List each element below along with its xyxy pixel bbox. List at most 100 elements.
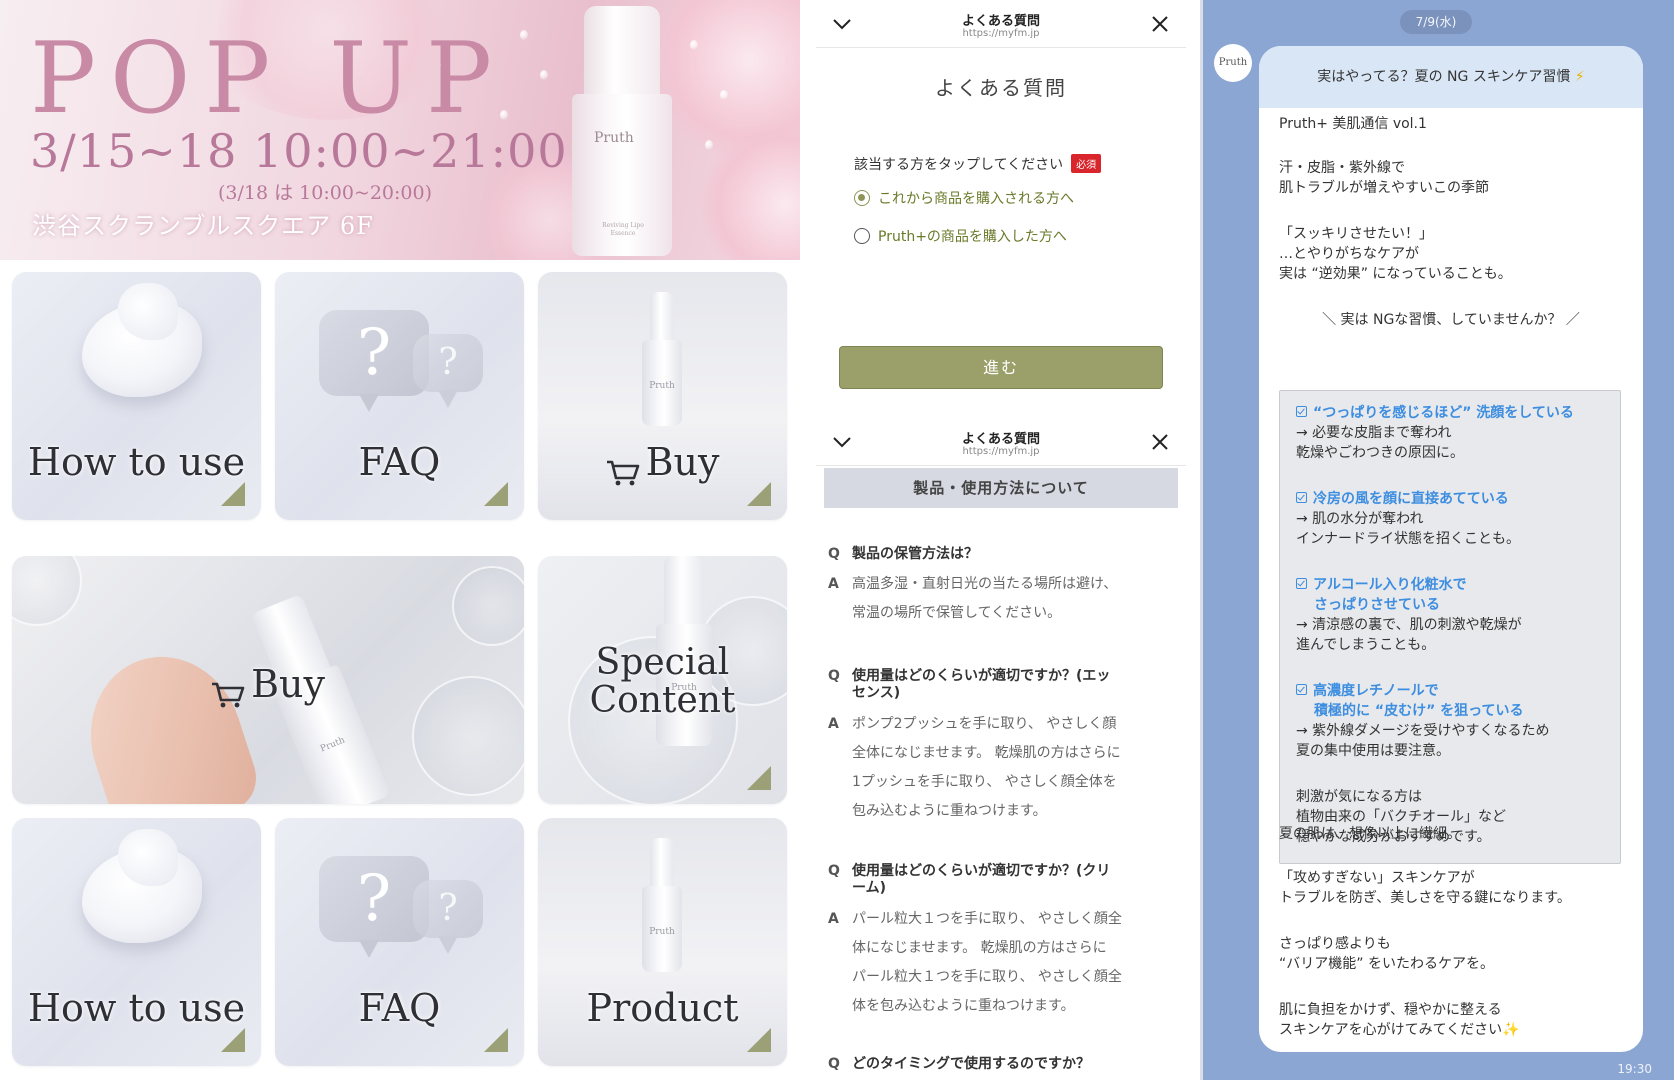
required-badge: 必須	[1071, 154, 1102, 173]
question-bubble-icon: ?	[413, 334, 483, 408]
close-icon[interactable]	[1148, 430, 1172, 454]
cream-image	[82, 283, 202, 397]
faq-question[interactable]: Q どのタイミングで使用するのですか？	[828, 1056, 1158, 1073]
glass-decoration	[452, 566, 524, 646]
avatar[interactable]: Pruth	[1214, 44, 1252, 82]
radio-label: これから商品を購入される方へ	[878, 191, 1074, 207]
message-bubble[interactable]: 実はやってる？夏の NG スキンケア習慣 ⚡ Pruth+ 美肌通信 vol.1…	[1259, 46, 1643, 1052]
tile-buy-large[interactable]: Pruth Buy	[12, 556, 524, 804]
banner-bottle-image: Pruth Reviving Lipo Essence	[572, 6, 672, 256]
ng-item-heading: “つっぱりを感じるほど” 洗顔をしている	[1296, 403, 1574, 423]
corner-triangle-icon	[747, 482, 771, 506]
corner-triangle-icon	[484, 482, 508, 506]
message-line: スキンケアを心がけてみてください✨	[1279, 1022, 1520, 1038]
a-marker: A	[828, 911, 839, 927]
faq-liff-panel: よくある質問 https://myfm.jp よくある質問 該当する方をタップし…	[800, 0, 1200, 1080]
popup-banner[interactable]: Pruth Reviving Lipo Essence POP UP 3/15~…	[0, 0, 800, 260]
faq-question[interactable]: Q 製品の保管方法は？	[828, 546, 1158, 563]
checkbox-icon	[1296, 406, 1307, 417]
close-icon[interactable]	[1148, 12, 1172, 36]
tile-special-content[interactable]: Pruth Special Content	[538, 556, 787, 804]
message-line: 汗・皮脂・紫外線で	[1279, 160, 1405, 176]
message-line: “バリア機能” をいたわるケアを。	[1279, 956, 1494, 972]
answer-line: パール粒大１つを手に取り、 やさしく顔全	[852, 911, 1122, 927]
answer-line: 全体になじませます。 乾燥肌の方はさらに	[852, 745, 1121, 761]
message-line: さっぱり感よりも	[1279, 936, 1391, 952]
question-bubble-icon: ?	[413, 880, 483, 954]
tile-product[interactable]: Pruth Product	[538, 818, 787, 1066]
corner-triangle-icon	[747, 1028, 771, 1052]
ng-item-text: 進んでしまうことも。	[1296, 637, 1436, 653]
ng-item-heading: さっぱりさせている	[1314, 597, 1440, 613]
question-text: どのタイミングで使用するのですか？	[852, 1056, 1090, 1072]
message-line: トラブルを防ぎ、美しさを守る鍵になります。	[1279, 890, 1571, 906]
answer-line: ポンプ2プッシュを手に取り、 やさしく顔	[852, 716, 1117, 732]
faq-answer: A パール粒大１つを手に取り、 やさしく顔全 体になじませます。 乾燥肌の方はさ…	[828, 905, 1158, 1021]
water-drop	[690, 40, 698, 50]
message-timestamp: 19:30	[1617, 1062, 1652, 1076]
answer-line: 体になじませます。 乾燥肌の方はさらに	[852, 940, 1107, 956]
tile-label-text: Buy	[251, 662, 325, 706]
popup-title: POP UP	[30, 22, 506, 136]
liff-title: よくある質問	[961, 432, 1040, 447]
ng-item-text: → 必要な皮脂まで奪われ	[1296, 425, 1452, 441]
ng-item-text: → 肌の水分が奪われ	[1296, 511, 1424, 527]
page-title: よくある質問	[935, 76, 1067, 100]
tile-label: Product	[586, 986, 739, 1030]
question-prompt: 該当する方をタップしてください 必須	[854, 154, 1102, 174]
corner-triangle-icon	[484, 1028, 508, 1052]
bottle-image: Pruth	[642, 292, 682, 426]
date-separator: 7/9(水)	[1400, 10, 1472, 34]
tile-label: How to use	[27, 986, 246, 1030]
tile-faq[interactable]: ? ? FAQ	[275, 272, 524, 520]
message-line: 「攻めすぎない」スキンケアが	[1279, 870, 1475, 886]
tile-label: How to use	[27, 440, 246, 484]
faq-question[interactable]: Q 使用量はどのくらいが適切ですか？(エッ センス)	[828, 668, 1158, 702]
tile-how-to-use[interactable]: How to use	[12, 272, 261, 520]
faq-answer: A 高温多湿・直射日光の当たる場所は避け、 常温の場所で保管してください。	[828, 570, 1158, 628]
popup-venue: 渋谷スクランブルスクエア 6F	[32, 212, 374, 240]
ng-habits-box: “つっぱりを感じるほど” 洗顔をしている → 必要な皮脂まで奪われ 乾燥やごわつ…	[1279, 390, 1621, 864]
radio-button-selected[interactable]	[854, 190, 870, 206]
q-marker: Q	[828, 1056, 840, 1072]
glass-decoration	[12, 556, 82, 626]
answer-line: 体を包み込むように重ねつけます。	[852, 998, 1075, 1014]
radio-option-existing-customer[interactable]: Pruth+の商品を購入した方へ	[854, 226, 1067, 246]
checkbox-icon	[1296, 684, 1307, 695]
message-header-text: 実はやってる？夏の NG スキンケア習慣	[1317, 69, 1571, 85]
bottle-subtitle: Reviving Lipo Essence	[602, 222, 644, 237]
line-chat-panel: 7/9(水) Pruth 実はやってる？夏の NG スキンケア習慣 ⚡ Prut…	[1200, 0, 1674, 1080]
ng-item-heading: 高濃度レチノールで	[1296, 681, 1439, 701]
message-line: 夏の肌は、想像以上に繊細。	[1279, 826, 1461, 842]
radio-option-new-customer[interactable]: これから商品を購入される方へ	[854, 188, 1074, 208]
message-line: 「スッキリさせたい！」	[1279, 226, 1433, 242]
answer-line: パール粒大１つを手に取り、 やさしく顔全	[852, 969, 1122, 985]
message-line: 肌トラブルが増えやすいこの季節	[1279, 180, 1489, 196]
popup-date-note: (3/18 は 10:00~20:00)	[218, 182, 433, 204]
tile-label: Buy	[12, 662, 524, 707]
next-button[interactable]: 進む	[839, 346, 1163, 389]
radio-label: Pruth+の商品を購入した方へ	[878, 229, 1067, 245]
tile-label: Special Content	[589, 642, 736, 721]
ng-item-heading: アルコール入り化粧水で	[1296, 575, 1467, 595]
message-line: 肌に負担をかけず、穏やかに整える	[1279, 1002, 1502, 1018]
tile-how-to-use[interactable]: How to use	[12, 818, 261, 1066]
answer-line: 常温の場所で保管してください。	[852, 605, 1062, 621]
lightning-icon: ⚡	[1574, 69, 1585, 85]
liff-header: よくある質問 https://myfm.jp	[816, 418, 1186, 466]
faq-question[interactable]: Q 使用量はどのくらいが適切ですか？(クリ ーム)	[828, 863, 1158, 897]
bottle-brand: Pruth	[594, 130, 634, 146]
question-text: ーム)	[852, 880, 886, 896]
corner-triangle-icon	[221, 482, 245, 506]
tile-buy[interactable]: Pruth Buy	[538, 272, 787, 520]
message-line: 実は “逆効果” になっていることも。	[1279, 266, 1512, 282]
tile-faq[interactable]: ? ? FAQ	[275, 818, 524, 1066]
radio-button[interactable]	[854, 228, 870, 244]
faq-answer: A ポンプ2プッシュを手に取り、 やさしく顔 全体になじませます。 乾燥肌の方は…	[828, 710, 1158, 826]
tile-label: FAQ	[358, 440, 441, 484]
message-line: ＼ 実は NGな習慣、していませんか？ ／	[1322, 312, 1580, 328]
tile-label: FAQ	[358, 986, 441, 1030]
rich-menu-panel: Pruth Reviving Lipo Essence POP UP 3/15~…	[0, 0, 800, 1080]
water-drop	[540, 70, 548, 80]
ng-item-text: 乾燥やごわつきの原因に。	[1296, 445, 1464, 461]
